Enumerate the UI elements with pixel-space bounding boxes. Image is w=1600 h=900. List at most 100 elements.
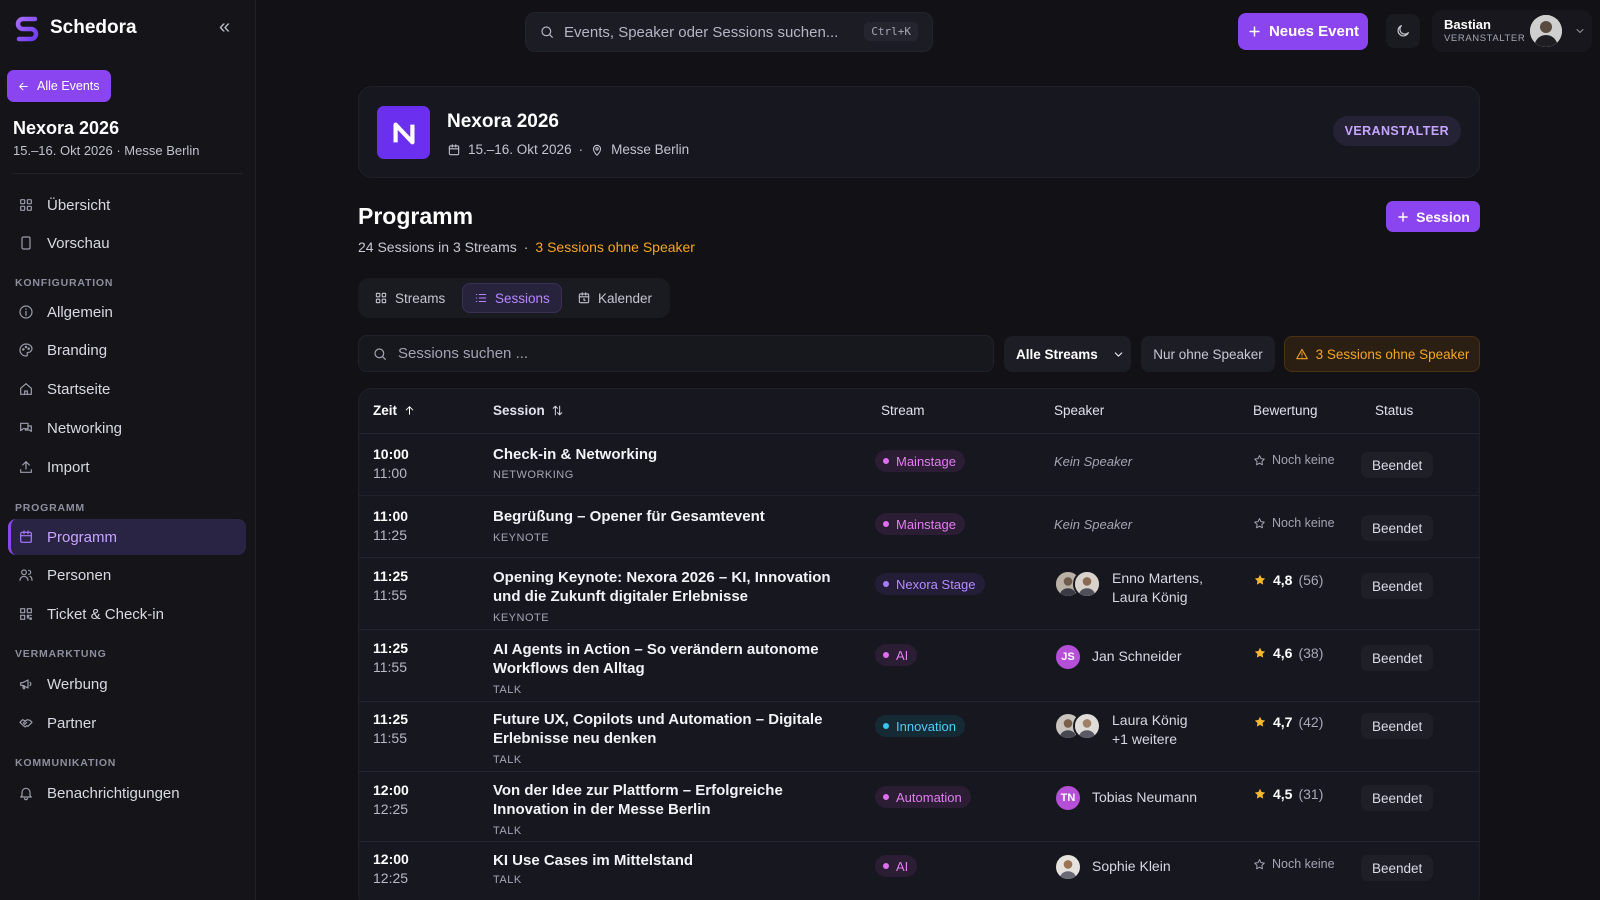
table-row[interactable]: 11:25 11:55 AI Agents in Action – So ver…	[359, 630, 1479, 702]
sidebar-item-partner[interactable]: Partner	[8, 705, 246, 741]
table-row[interactable]: 11:25 11:55 Opening Keynote: Nexora 2026…	[359, 558, 1479, 630]
table-row[interactable]: 12:00 12:25 KI Use Cases im Mittelstand …	[359, 842, 1479, 900]
rating-score: 4,7	[1273, 714, 1293, 730]
session-search-input[interactable]: Sessions suchen ...	[358, 335, 994, 372]
stream-filter-label: Alle Streams	[1016, 346, 1098, 362]
session-end-time: 11:55	[373, 730, 407, 746]
session-end-time: 12:25	[373, 870, 409, 886]
stream-badge: Automation	[875, 786, 971, 808]
add-session-label: Session	[1416, 208, 1470, 225]
stream-dot	[883, 723, 889, 729]
table-row[interactable]: 11:00 11:25 Begrüßung – Opener für Gesam…	[359, 496, 1479, 558]
user-role: VERANSTALTER	[1444, 33, 1526, 44]
sidebar-item-allgemein[interactable]: Allgemein	[8, 294, 246, 330]
table-row[interactable]: 11:25 11:55 Future UX, Copilots und Auto…	[359, 702, 1479, 772]
sidebar-item-label: Programm	[47, 528, 118, 546]
tab-label: Kalender	[598, 290, 653, 306]
sidebar-item-uebersicht[interactable]: Übersicht	[8, 187, 246, 223]
view-tabs: Streams Sessions Kalender	[358, 278, 670, 318]
column-header-session[interactable]: Session	[493, 403, 564, 418]
sidebar-item-label: Übersicht	[47, 196, 111, 214]
calendar-icon	[18, 529, 34, 545]
session-title[interactable]: Opening Keynote: Nexora 2026 – KI, Innov…	[493, 568, 853, 606]
user-menu[interactable]: Bastian VERANSTALTER	[1432, 10, 1592, 52]
sidebar-item-branding[interactable]: Branding	[8, 332, 246, 368]
session-title[interactable]: Check-in & Networking	[493, 445, 853, 464]
rating-count: (42)	[1298, 714, 1324, 730]
plus-icon	[1247, 24, 1262, 39]
tab-streams[interactable]: Streams	[363, 283, 456, 313]
role-badge: VERANSTALTER	[1332, 116, 1461, 146]
session-title[interactable]: AI Agents in Action – So verändern auton…	[493, 640, 853, 678]
speaker-avatars	[1054, 570, 1101, 598]
schedora-logo-icon	[15, 16, 39, 42]
speaker-more[interactable]: +1 weitere	[1112, 730, 1188, 749]
tab-sessions[interactable]: Sessions	[462, 283, 562, 313]
speaker-avatars: JS	[1054, 643, 1082, 671]
session-type: TALK	[493, 754, 522, 766]
stream-badge: Mainstage	[875, 513, 965, 535]
sidebar: Schedora « Alle Events Nexora 2026 15.–1…	[0, 0, 256, 900]
chevron-down-icon	[1574, 25, 1586, 37]
sidebar-item-label: Werbung	[47, 675, 108, 693]
sidebar-item-label: Import	[47, 458, 90, 476]
add-session-button[interactable]: Session	[1386, 201, 1480, 232]
status-badge: Beendet	[1361, 573, 1434, 599]
arrow-up-icon	[403, 404, 416, 417]
sidebar-item-networking[interactable]: Networking	[8, 410, 246, 446]
column-header-time[interactable]: Zeit	[373, 403, 416, 418]
sidebar-event-meta: 15.–16. Okt 2026 · Messe Berlin	[13, 143, 200, 158]
sidebar-item-startseite[interactable]: Startseite	[8, 371, 246, 407]
session-title[interactable]: Von der Idee zur Plattform – Erfolgreich…	[493, 781, 853, 819]
stream-dot	[883, 794, 889, 800]
qr-icon	[18, 606, 34, 622]
session-end-time: 12:25	[373, 801, 409, 817]
sidebar-item-werbung[interactable]: Werbung	[8, 666, 246, 702]
sidebar-item-personen[interactable]: Personen	[8, 557, 246, 593]
global-search-input[interactable]: Events, Speaker oder Sessions suchen... …	[525, 12, 933, 52]
sidebar-item-import[interactable]: Import	[8, 449, 246, 485]
sidebar-item-label: Partner	[47, 714, 97, 732]
missing-speaker-warning-button[interactable]: 3 Sessions ohne Speaker	[1284, 336, 1480, 372]
tab-kalender[interactable]: Kalender	[566, 283, 663, 313]
program-summary-text: 24 Sessions in 3 Streams	[358, 239, 517, 255]
nav-section-programm: PROGRAMM	[15, 502, 85, 514]
sidebar-event-name: Nexora 2026	[13, 118, 120, 138]
session-end-time: 11:55	[373, 587, 407, 603]
rating: 4,7 (42)	[1253, 714, 1323, 730]
session-end-time: 11:55	[373, 659, 407, 675]
avatar	[1073, 712, 1101, 740]
speaker-name-line: Laura König	[1112, 712, 1188, 728]
stream-dot	[883, 652, 889, 658]
no-speaker-filter-button[interactable]: Nur ohne Speaker	[1141, 336, 1275, 372]
brand[interactable]: Schedora	[12, 13, 137, 43]
column-header-stream: Stream	[881, 403, 925, 418]
session-title[interactable]: Begrüßung – Opener für Gesamtevent	[493, 507, 853, 526]
sidebar-item-vorschau[interactable]: Vorschau	[8, 225, 246, 261]
map-pin-icon	[590, 143, 604, 157]
session-start-time: 12:00	[373, 782, 409, 798]
sidebar-item-benachrichtigungen[interactable]: Benachrichtigungen	[8, 775, 246, 811]
stream-filter-dropdown[interactable]: Alle Streams	[1004, 336, 1131, 372]
program-warning-text[interactable]: 3 Sessions ohne Speaker	[535, 239, 695, 255]
theme-toggle-button[interactable]	[1386, 14, 1420, 48]
sidebar-item-label: Startseite	[47, 380, 111, 398]
table-row[interactable]: 12:00 12:25 Von der Idee zur Plattform –…	[359, 772, 1479, 842]
new-event-button[interactable]: Neues Event	[1238, 13, 1368, 50]
session-search-placeholder: Sessions suchen ...	[398, 345, 529, 362]
rating-none: Noch keine	[1253, 453, 1335, 467]
calendar-icon	[447, 143, 461, 157]
column-header-label: Zeit	[373, 403, 398, 418]
user-name: Bastian	[1444, 17, 1491, 32]
stream-badge: Nexora Stage	[875, 573, 985, 595]
table-row[interactable]: 10:00 11:00 Check-in & Networking NETWOR…	[359, 434, 1479, 496]
stream-label: Automation	[896, 789, 962, 805]
star-filled-icon	[1253, 646, 1267, 660]
session-title[interactable]: Future UX, Copilots und Automation – Dig…	[493, 710, 853, 748]
session-title[interactable]: KI Use Cases im Mittelstand	[493, 851, 853, 870]
sidebar-item-programm[interactable]: Programm	[8, 519, 246, 555]
collapse-sidebar-icon[interactable]: «	[219, 17, 230, 37]
sidebar-item-ticket-checkin[interactable]: Ticket & Check-in	[8, 596, 246, 632]
avatar	[1073, 570, 1101, 598]
all-events-button[interactable]: Alle Events	[7, 70, 111, 102]
